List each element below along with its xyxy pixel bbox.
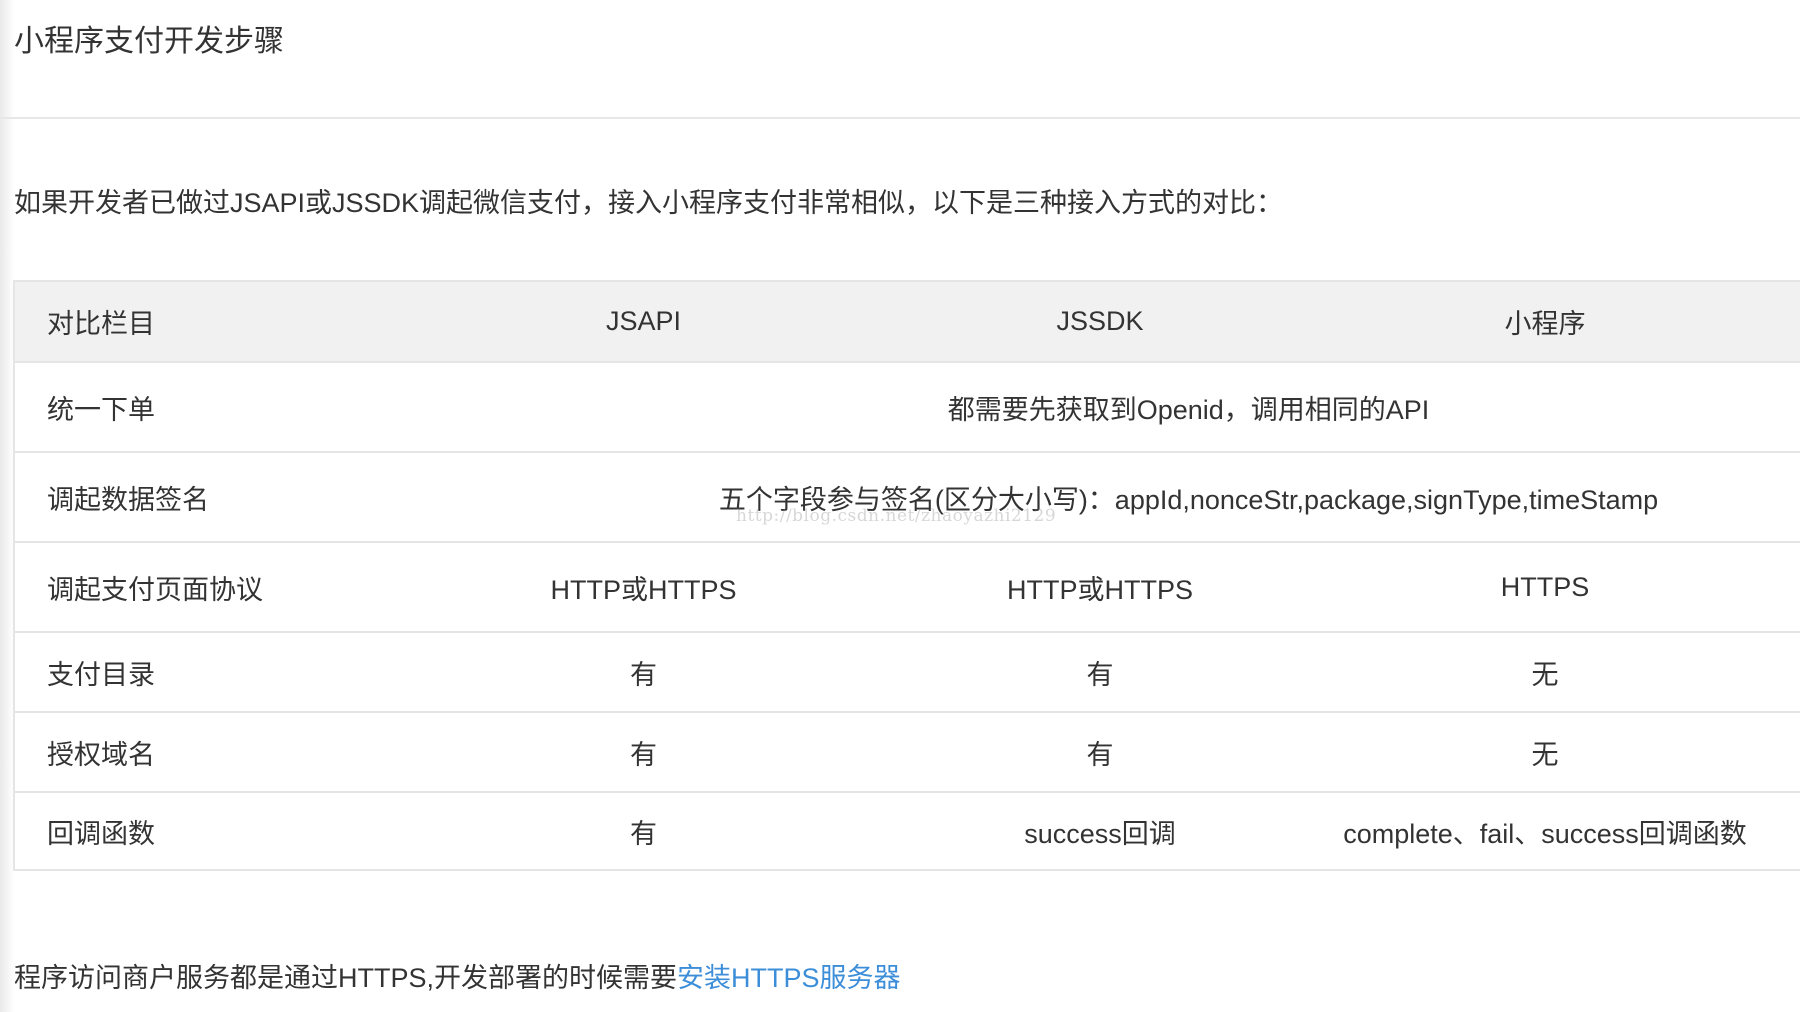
left-shadow [0,0,14,1012]
table-row: 回调函数 有 success回调 complete、fail、success回调… [13,791,1800,871]
table-cell: complete、fail、success回调函数 [1276,791,1800,871]
table-row-label: 统一下单 [13,361,363,453]
table-cell: 有 [924,711,1276,793]
table-row-label: 调起数据签名 [13,451,363,543]
watermark: http://blog.csdn.net/zhaoyazhi2129 [736,506,1057,526]
footer-paragraph: 程序访问商户服务都是通过HTTPS,开发部署的时候需要安装HTTPS服务器 [14,958,901,998]
table-cell: 有 [924,631,1276,713]
table-header-cell: 小程序 [1276,280,1800,363]
table-row: 调起支付页面协议 HTTP或HTTPS HTTP或HTTPS HTTPS [13,541,1800,633]
page-title: 小程序支付开发步骤 [14,25,284,58]
table-cell: HTTP或HTTPS [924,541,1276,633]
table-row-label: 授权域名 [13,711,363,793]
table-header-cell: JSSDK [924,280,1276,363]
table-header-row: 对比栏目 JSAPI JSSDK 小程序 [13,280,1800,363]
table-cell: 无 [1276,631,1800,713]
table-cell: 有 [363,631,924,713]
table-cell: HTTP或HTTPS [363,541,924,633]
title-divider [0,117,1800,119]
comparison-table: 对比栏目 JSAPI JSSDK 小程序 统一下单 都需要先获取到Openid，… [13,280,1800,871]
table-row: 调起数据签名 五个字段参与签名(区分大小写)：appId,nonceStr,pa… [13,451,1800,543]
table-row-label: 调起支付页面协议 [13,541,363,633]
table-row-label: 支付目录 [13,631,363,713]
table-header-cell: JSAPI [363,280,924,363]
install-https-server-link[interactable]: 安装HTTPS服务器 [677,963,901,993]
table-cell: success回调 [924,791,1276,871]
table-cell: 有 [363,791,924,871]
table-row: 统一下单 都需要先获取到Openid，调用相同的API [13,361,1800,453]
table-cell: HTTPS [1276,541,1800,633]
table-row: 授权域名 有 有 无 [13,711,1800,793]
table-row-label: 回调函数 [13,791,363,871]
page: 小程序支付开发步骤 如果开发者已做过JSAPI或JSSDK调起微信支付，接入小程… [0,0,1800,1012]
table-merged-cell: 都需要先获取到Openid，调用相同的API [363,361,1800,453]
footer-text: 程序访问商户服务都是通过HTTPS,开发部署的时候需要 [14,963,678,993]
table-header-cell: 对比栏目 [13,280,363,363]
intro-paragraph: 如果开发者已做过JSAPI或JSSDK调起微信支付，接入小程序支付非常相似，以下… [14,188,1284,218]
table-merged-cell: 五个字段参与签名(区分大小写)：appId,nonceStr,package,s… [363,451,1800,543]
table-cell: 有 [363,711,924,793]
table-row: 支付目录 有 有 无 [13,631,1800,713]
table-cell: 无 [1276,711,1800,793]
